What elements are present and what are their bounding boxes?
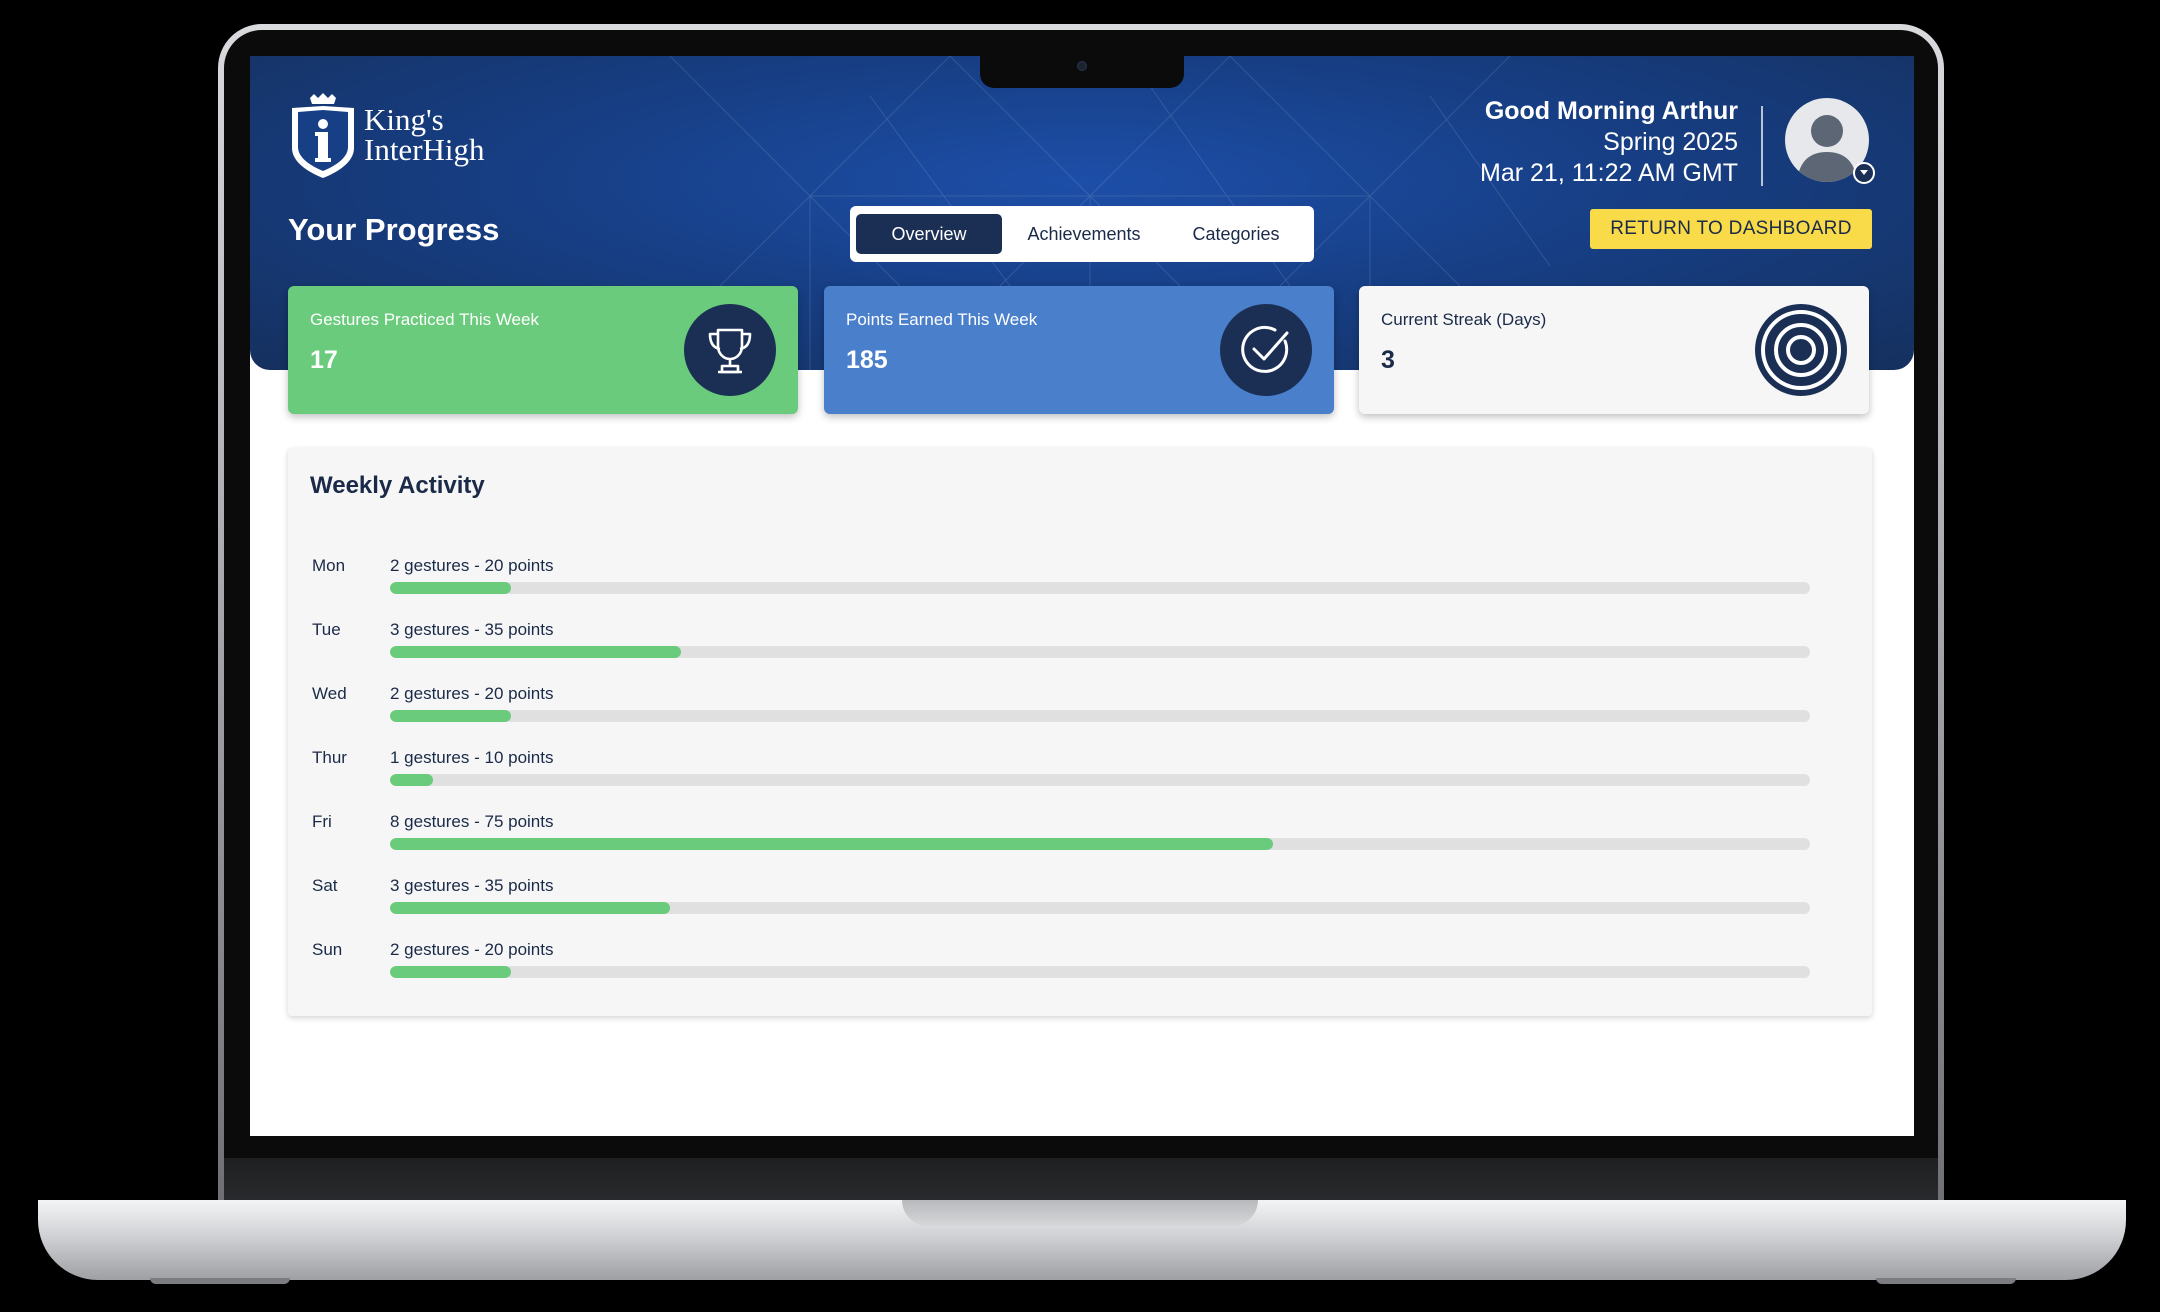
weekly-activity-title: Weekly Activity <box>310 472 485 499</box>
page-title: Your Progress <box>288 212 500 247</box>
progress-fill <box>390 646 682 658</box>
term-text: Spring 2025 <box>1603 128 1738 156</box>
progress-track <box>390 710 1810 722</box>
laptop-screen-chin <box>224 1158 1938 1204</box>
activity-row-fri: Fri 8 gestures - 75 points <box>288 812 1872 872</box>
progress-fill <box>390 774 433 786</box>
day-label: Wed <box>312 684 347 703</box>
stat-card-gestures: Gestures Practiced This Week 17 <box>288 286 798 414</box>
stat-card-points: Points Earned This Week 185 <box>824 286 1334 414</box>
day-label: Thur <box>312 748 347 767</box>
activity-row-mon: Mon 2 gestures - 20 points <box>288 556 1872 616</box>
logo-line-2: InterHigh <box>364 132 485 167</box>
tab-categories[interactable]: Categories <box>1166 214 1306 254</box>
activity-row-tue: Tue 3 gestures - 35 points <box>288 620 1872 680</box>
return-to-dashboard-button[interactable]: RETURN TO DASHBOARD <box>1590 209 1872 249</box>
day-label: Sun <box>312 940 343 959</box>
greeting-text: Good Morning Arthur <box>1484 97 1738 125</box>
progress-track <box>390 774 1810 786</box>
day-summary: 1 gestures - 10 points <box>390 748 554 767</box>
laptop-base-notch <box>902 1200 1258 1226</box>
day-label: Fri <box>312 812 332 831</box>
chevron-down-icon[interactable] <box>1853 162 1875 184</box>
progress-track <box>390 838 1810 850</box>
datetime-text: Mar 21, 11:22 AM GMT <box>1480 159 1738 187</box>
progress-track <box>390 582 1810 594</box>
activity-row-sun: Sun 2 gestures - 20 points <box>288 940 1872 1000</box>
day-summary: 3 gestures - 35 points <box>390 620 554 639</box>
day-label: Tue <box>312 620 341 639</box>
app-screen: King's InterHigh Your Progress Overview … <box>250 56 1914 1136</box>
laptop-foot-left <box>150 1278 290 1284</box>
greeting-block: Good Morning Arthur Spring 2025 Mar 21, … <box>1480 96 1738 189</box>
header-divider <box>1761 106 1763 186</box>
brand-logo[interactable]: King's InterHigh <box>288 92 485 178</box>
day-summary: 8 gestures - 75 points <box>390 812 554 831</box>
activity-row-sat: Sat 3 gestures - 35 points <box>288 876 1872 936</box>
progress-fill <box>390 710 511 722</box>
day-label: Sat <box>312 876 338 895</box>
activity-row-wed: Wed 2 gestures - 20 points <box>288 684 1872 744</box>
progress-fill <box>390 838 1274 850</box>
progress-tabs: Overview Achievements Categories <box>850 206 1314 262</box>
check-circle-icon <box>1220 304 1312 396</box>
stat-card-streak: Current Streak (Days) 3 <box>1359 286 1869 414</box>
progress-track <box>390 646 1810 658</box>
progress-fill <box>390 582 511 594</box>
day-summary: 2 gestures - 20 points <box>390 556 554 575</box>
weekly-activity-panel: Weekly Activity Mon 2 gestures - 20 poin… <box>288 448 1872 1016</box>
shield-crest-icon <box>292 93 354 178</box>
day-summary: 3 gestures - 35 points <box>390 876 554 895</box>
progress-track <box>390 902 1810 914</box>
trophy-icon <box>684 304 776 396</box>
day-summary: 2 gestures - 20 points <box>390 684 554 703</box>
target-icon <box>1755 304 1847 396</box>
day-summary: 2 gestures - 20 points <box>390 940 554 959</box>
tab-overview[interactable]: Overview <box>856 214 1002 254</box>
progress-fill <box>390 902 670 914</box>
activity-row-thur: Thur 1 gestures - 10 points <box>288 748 1872 808</box>
day-label: Mon <box>312 556 346 575</box>
tab-achievements[interactable]: Achievements <box>1006 214 1162 254</box>
progress-track <box>390 966 1810 978</box>
progress-fill <box>390 966 511 978</box>
logo-wordmark: King's InterHigh <box>364 102 485 167</box>
logo-line-1: King's <box>364 102 444 137</box>
camera-icon <box>1077 61 1087 71</box>
laptop-foot-right <box>1876 1278 2016 1284</box>
